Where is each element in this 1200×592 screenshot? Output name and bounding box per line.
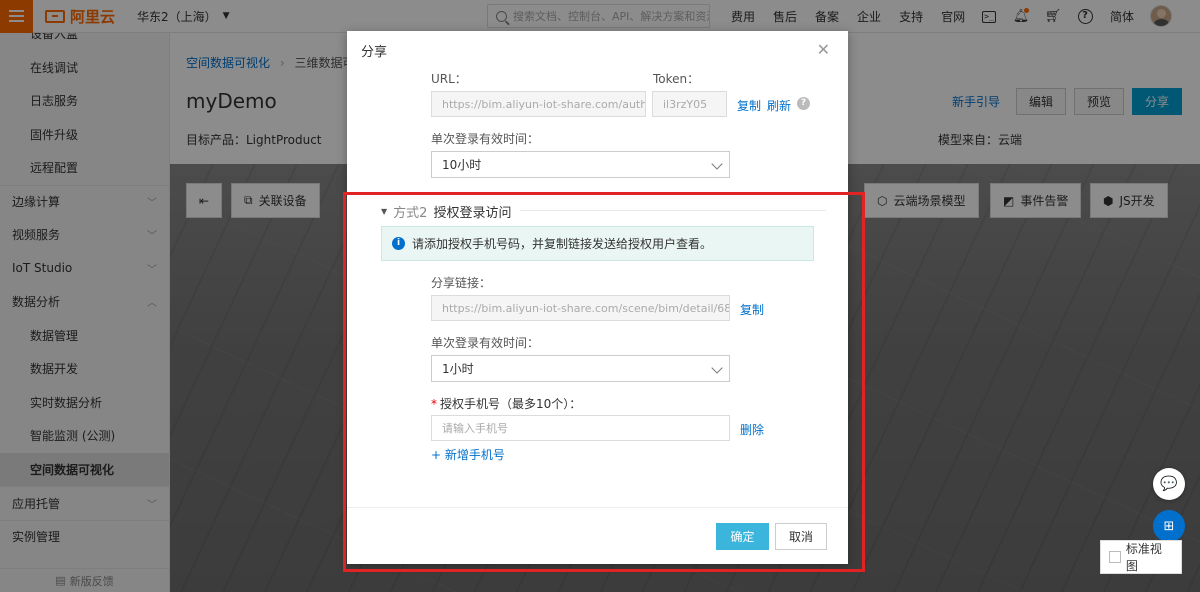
standard-view-checkbox[interactable] [1109, 551, 1121, 563]
url-label: URL： [431, 72, 467, 86]
chat-icon[interactable]: 💬 [1153, 468, 1185, 500]
dialog-title: 分享 [361, 44, 388, 60]
login-valid-select-1[interactable]: 10小时 [431, 151, 730, 178]
annotation-highlight-box [343, 192, 865, 572]
dialog-header: 分享 [347, 31, 848, 69]
login-valid-label-1: 单次登录有效时间： [431, 132, 540, 146]
grid-icon[interactable]: ⊞ [1153, 510, 1185, 542]
close-icon[interactable]: ✕ [817, 42, 830, 58]
standard-view-label: 标准视图 [1125, 542, 1162, 573]
copy-url-link[interactable]: 复制 [737, 97, 761, 114]
url-field[interactable]: https://bim.aliyun-iot-share.com/auth/ [431, 91, 646, 117]
chevron-down-icon [711, 158, 723, 170]
login-valid-value-1: 10小时 [442, 158, 482, 172]
refresh-token-link[interactable]: 刷新 [767, 97, 791, 114]
token-label: Token： [653, 72, 700, 86]
standard-view-toggle[interactable]: 标准视图 [1100, 540, 1182, 574]
token-field[interactable]: il3rzY05 [652, 91, 727, 117]
help-question-icon[interactable]: ? [797, 97, 810, 110]
